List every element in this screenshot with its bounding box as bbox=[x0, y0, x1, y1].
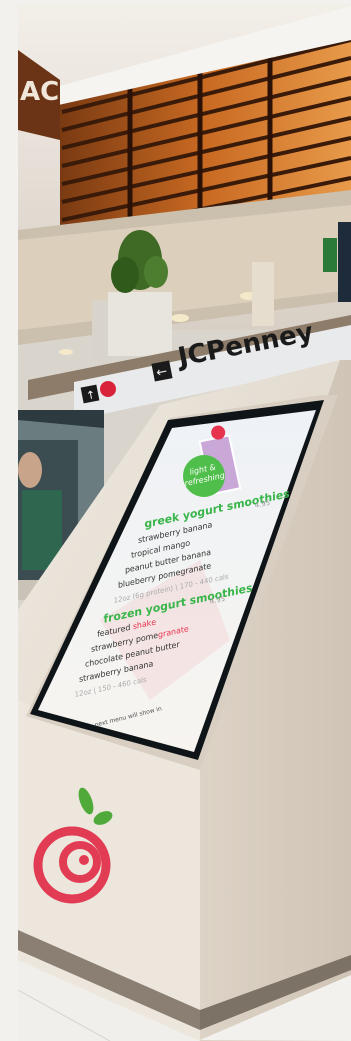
photo-scene: AC ↑ ← JCPenney light & refreshing greek… bbox=[0, 0, 351, 1041]
svg-text:AC: AC bbox=[20, 77, 59, 107]
left-margin bbox=[0, 0, 18, 1041]
top-margin bbox=[0, 0, 351, 4]
